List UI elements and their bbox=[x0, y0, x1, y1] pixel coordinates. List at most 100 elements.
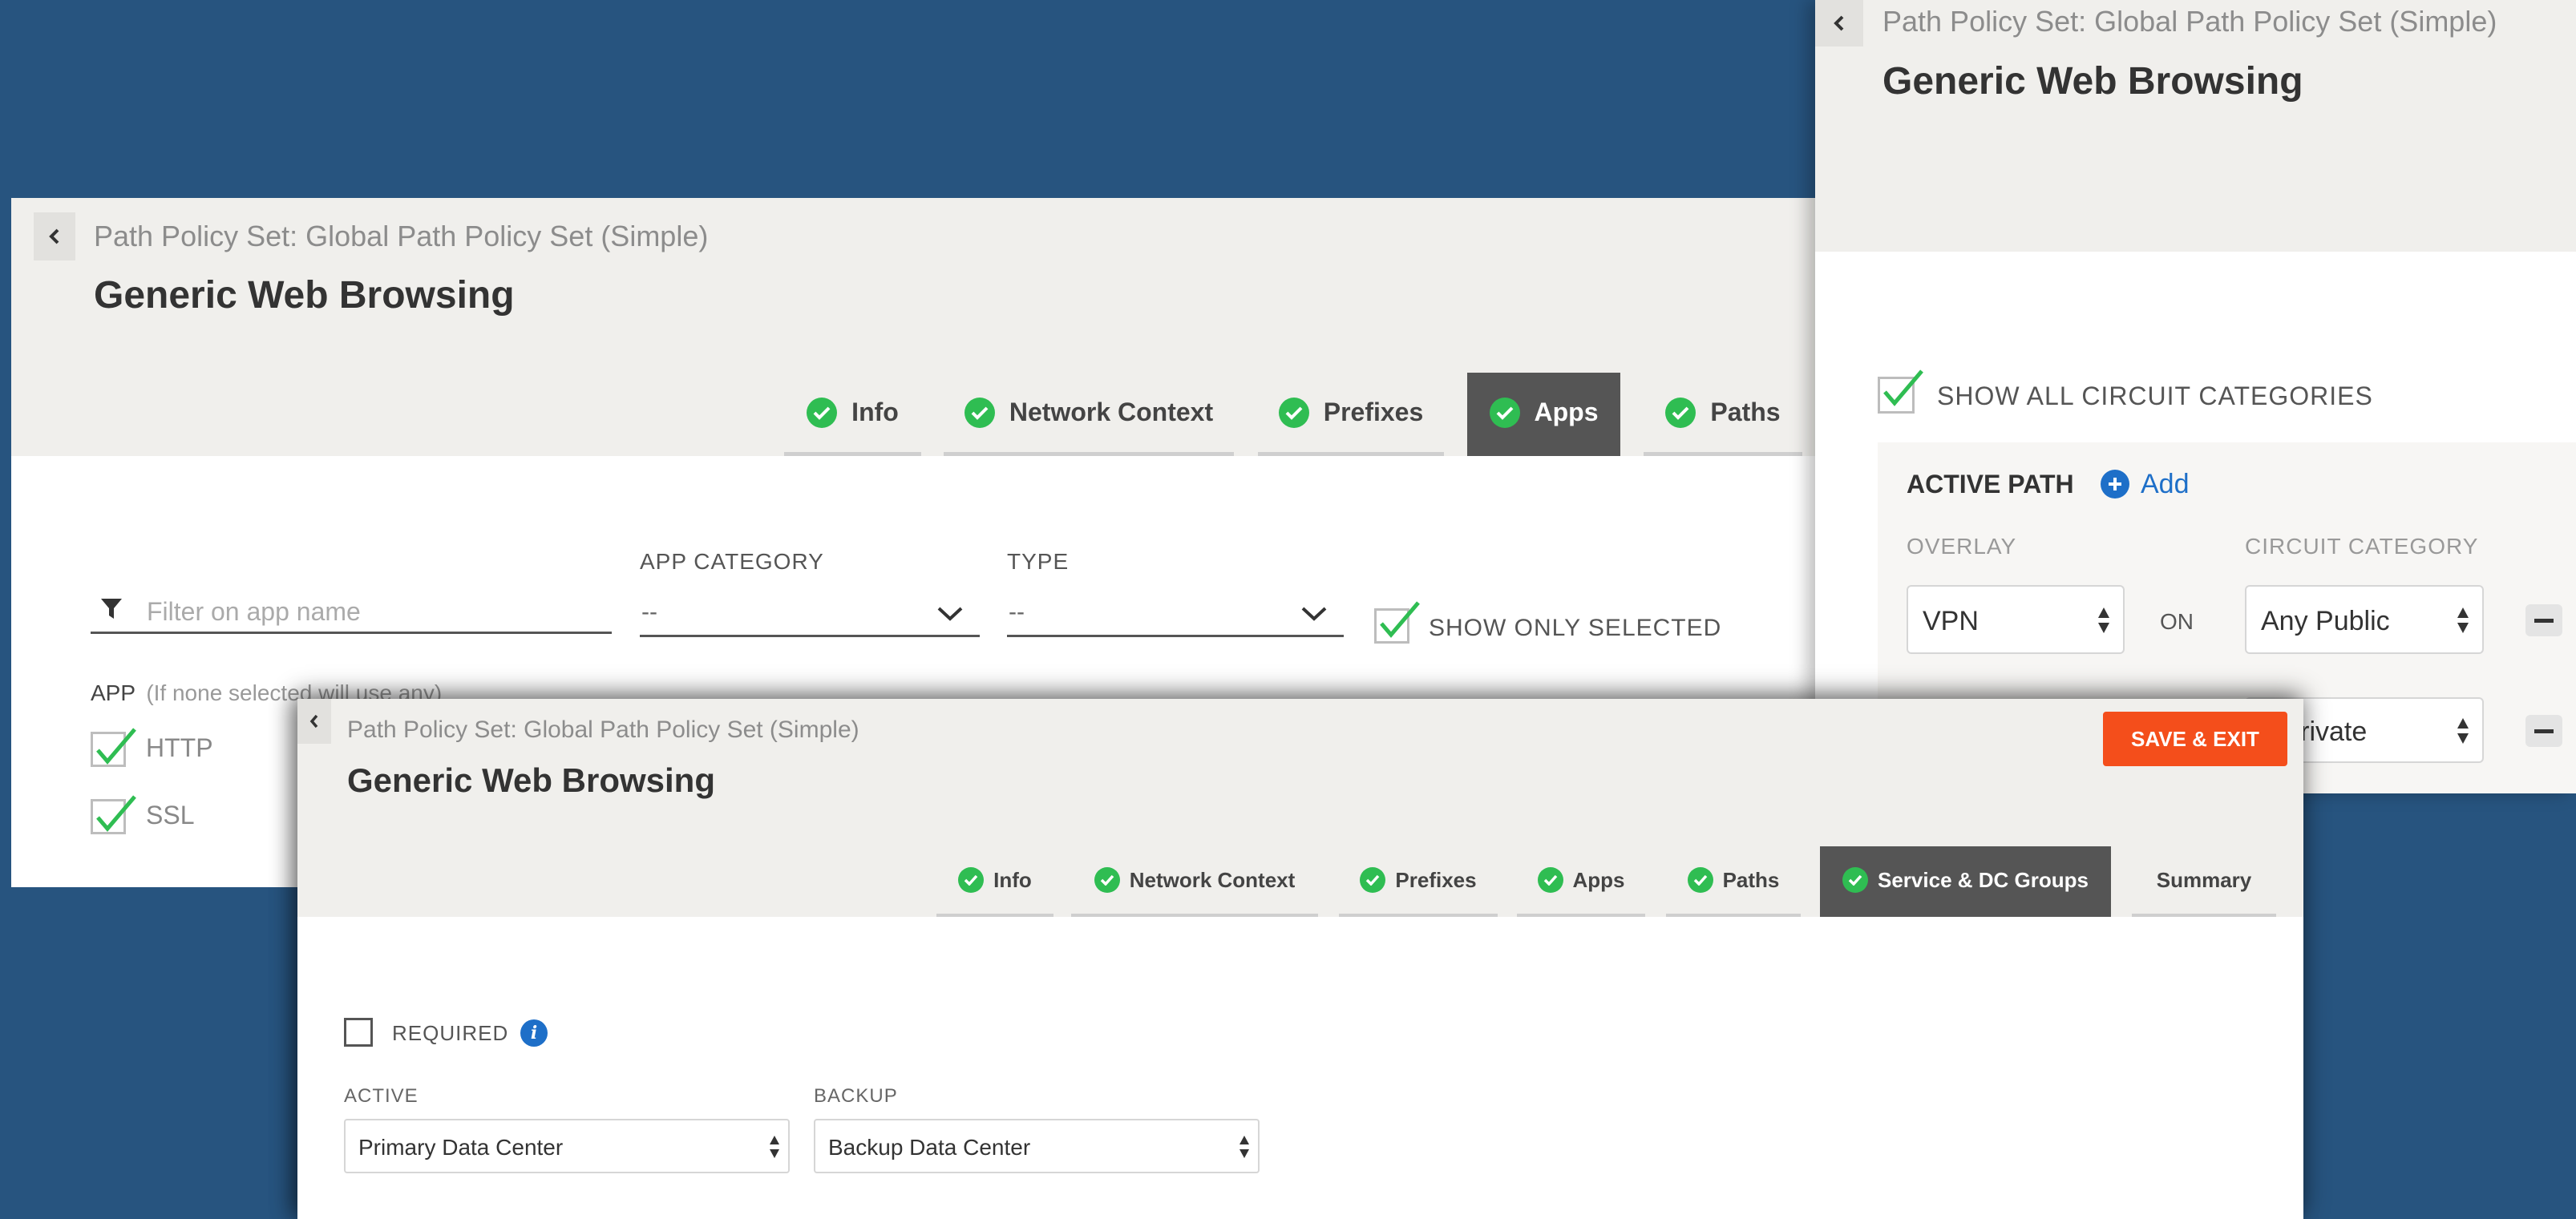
checkmark-icon bbox=[96, 728, 136, 765]
select-arrows-icon bbox=[770, 1136, 779, 1158]
select-arrows-icon bbox=[1239, 1136, 1249, 1158]
active-select[interactable]: Primary Data Center bbox=[344, 1119, 790, 1173]
apps-panel-header: Path Policy Set: Global Path Policy Set … bbox=[11, 198, 1815, 456]
backup-label: BACKUP bbox=[814, 1085, 898, 1107]
tab-bar: Info Network Context Prefixes Apps bbox=[936, 846, 2276, 917]
check-circle-icon bbox=[958, 867, 985, 893]
tab-label: Prefixes bbox=[1395, 867, 1477, 892]
add-label: Add bbox=[2141, 468, 2190, 499]
active-path-label: ACTIVE PATH bbox=[1907, 470, 2074, 498]
select-arrows-icon bbox=[2457, 607, 2469, 633]
type-value: -- bbox=[1009, 599, 1025, 625]
active-value: Primary Data Center bbox=[358, 1135, 564, 1160]
breadcrumb: Path Policy Set: Global Path Policy Set … bbox=[1882, 5, 2497, 38]
backup-select[interactable]: Backup Data Center bbox=[814, 1119, 1260, 1173]
tab-label: Info bbox=[851, 398, 899, 426]
show-only-selected-label: SHOW ONLY SELECTED bbox=[1429, 615, 1722, 641]
tab-service-dc-groups[interactable]: Service & DC Groups bbox=[1820, 846, 2111, 917]
check-circle-icon bbox=[1278, 397, 1309, 428]
back-button[interactable] bbox=[1815, 0, 1863, 46]
filter-placeholder: Filter on app name bbox=[147, 597, 361, 626]
remove-path-button-2[interactable] bbox=[2525, 715, 2562, 747]
app-category-select[interactable]: -- bbox=[640, 591, 980, 637]
check-circle-icon bbox=[1665, 397, 1696, 428]
tab-apps[interactable]: Apps bbox=[1467, 373, 1620, 456]
check-circle-icon bbox=[807, 397, 838, 428]
tab-prefixes[interactable]: Prefixes bbox=[1339, 846, 1498, 917]
save-exit-label: SAVE & EXIT bbox=[2131, 726, 2259, 751]
chevron-left-icon bbox=[49, 228, 59, 244]
tab-paths[interactable]: Paths bbox=[1644, 373, 1802, 456]
tab-apps[interactable]: Apps bbox=[1517, 846, 1645, 917]
tab-network-context[interactable]: Network Context bbox=[944, 373, 1234, 456]
check-circle-icon bbox=[1687, 867, 1713, 893]
tab-label: Summary bbox=[2156, 867, 2252, 892]
service-dc-panel: Path Policy Set: Global Path Policy Set … bbox=[297, 699, 2303, 1219]
app-checkbox-http[interactable] bbox=[91, 728, 136, 767]
app-checkbox-ssl[interactable] bbox=[91, 795, 136, 834]
service-panel-header: Path Policy Set: Global Path Policy Set … bbox=[297, 699, 2303, 917]
back-button[interactable] bbox=[297, 699, 331, 744]
tab-label: Apps bbox=[1572, 867, 1625, 892]
overlay-select[interactable]: VPN bbox=[1907, 585, 2125, 654]
tab-bar: Info Network Context Prefixes Apps bbox=[784, 373, 1802, 456]
tab-label: Network Context bbox=[1009, 398, 1214, 426]
checkmark-icon bbox=[96, 795, 136, 832]
back-button[interactable] bbox=[34, 212, 75, 260]
paths-panel-header: Path Policy Set: Global Path Policy Set … bbox=[1815, 0, 2576, 252]
tab-label: Network Context bbox=[1129, 867, 1296, 892]
type-select[interactable]: -- bbox=[1007, 591, 1344, 637]
chevron-down-icon bbox=[1301, 607, 1327, 621]
tab-info[interactable]: Info bbox=[784, 373, 921, 456]
tab-label: Service & DC Groups bbox=[1878, 867, 2089, 892]
chevron-left-icon bbox=[309, 714, 318, 729]
plus-circle-icon bbox=[2101, 470, 2129, 498]
type-label: TYPE bbox=[1007, 549, 1070, 574]
circuit-category-label: CIRCUIT CATEGORY bbox=[2245, 534, 2479, 559]
minus-icon bbox=[2534, 729, 2554, 733]
check-circle-icon bbox=[1489, 397, 1520, 428]
tab-summary[interactable]: Summary bbox=[2132, 846, 2276, 917]
tab-prefixes[interactable]: Prefixes bbox=[1258, 373, 1444, 456]
check-circle-icon bbox=[1094, 867, 1120, 893]
overlay-value: VPN bbox=[1923, 606, 1979, 636]
show-all-circuit-categories-checkbox[interactable] bbox=[1878, 369, 1923, 414]
tab-network-context[interactable]: Network Context bbox=[1071, 846, 1318, 917]
page-title: Generic Web Browsing bbox=[94, 274, 515, 317]
active-label: ACTIVE bbox=[344, 1085, 419, 1107]
backup-value: Backup Data Center bbox=[828, 1135, 1031, 1160]
tab-label: Prefixes bbox=[1323, 398, 1424, 426]
circuit-category-select[interactable]: Any Public bbox=[2245, 585, 2484, 654]
info-icon[interactable]: i bbox=[520, 1019, 548, 1047]
check-circle-icon bbox=[1842, 867, 1868, 893]
page-title: Generic Web Browsing bbox=[347, 761, 715, 799]
check-circle-icon bbox=[964, 397, 995, 428]
chevron-left-icon bbox=[1834, 15, 1844, 31]
paths-panel: Path Policy Set: Global Path Policy Set … bbox=[1815, 0, 2576, 793]
app-category-value: -- bbox=[641, 599, 657, 625]
tab-label: Paths bbox=[1722, 867, 1780, 892]
app-label-text: APP bbox=[91, 680, 135, 705]
tab-label: Apps bbox=[1534, 398, 1599, 426]
tab-info[interactable]: Info bbox=[936, 846, 1053, 917]
show-only-selected-checkbox[interactable] bbox=[1374, 601, 1420, 644]
select-arrows-icon bbox=[2098, 607, 2109, 633]
chevron-down-icon bbox=[937, 607, 963, 621]
page-title: Generic Web Browsing bbox=[1882, 60, 2303, 103]
filter-icon bbox=[101, 599, 122, 619]
required-checkbox[interactable] bbox=[344, 1018, 373, 1047]
add-link[interactable]: Add bbox=[2101, 466, 2190, 502]
check-circle-icon bbox=[1537, 867, 1563, 893]
minus-icon bbox=[2534, 618, 2554, 623]
breadcrumb: Path Policy Set: Global Path Policy Set … bbox=[347, 716, 859, 743]
show-all-circuit-categories-label: SHOW ALL CIRCUIT CATEGORIES bbox=[1937, 381, 2373, 410]
tab-label: Info bbox=[993, 867, 1032, 892]
filter-input[interactable]: Filter on app name bbox=[91, 586, 612, 634]
save-exit-button[interactable]: SAVE & EXIT bbox=[2103, 712, 2287, 766]
tab-label: Paths bbox=[1710, 398, 1781, 426]
app-item-http: HTTP bbox=[146, 733, 213, 762]
check-circle-icon bbox=[1360, 867, 1386, 893]
remove-path-button[interactable] bbox=[2525, 604, 2562, 636]
overlay-label: OVERLAY bbox=[1907, 534, 2017, 559]
tab-paths[interactable]: Paths bbox=[1666, 846, 1801, 917]
